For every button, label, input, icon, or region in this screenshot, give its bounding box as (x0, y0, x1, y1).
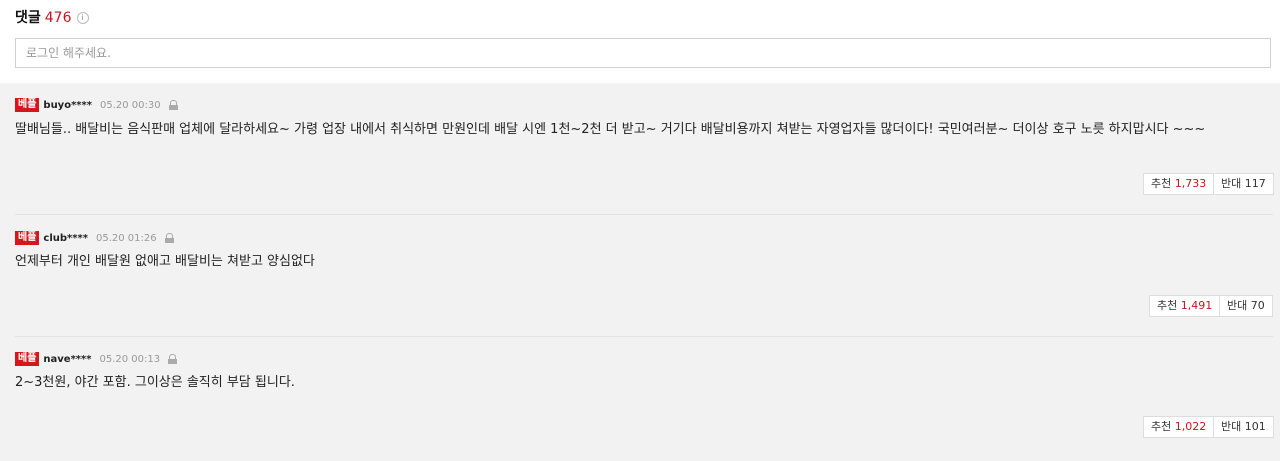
comments-header: 댓글 476 i (0, 0, 1280, 38)
downvote-count: 101 (1244, 420, 1266, 433)
divider (15, 214, 1273, 215)
lock-icon[interactable] (168, 354, 178, 364)
comment-username[interactable]: nave**** (43, 354, 91, 365)
comments-title: 댓글 476 i (15, 7, 89, 27)
upvote-label: 추천 (1157, 299, 1178, 312)
comment-meta: 베플 buyo**** 05.20 00:30 (15, 98, 178, 112)
downvote-label: 반대 (1221, 420, 1242, 433)
downvote-button[interactable]: 반대 101 (1213, 416, 1274, 438)
comment-meta: 베플 club**** 05.20 01:26 (15, 231, 174, 245)
comments-title-label: 댓글 (15, 10, 41, 26)
info-icon[interactable]: i (76, 12, 89, 24)
downvote-label: 반대 (1221, 177, 1242, 190)
comment-timestamp: 05.20 01:26 (95, 232, 157, 244)
upvote-button[interactable]: 추천 1,022 (1143, 416, 1215, 438)
downvote-label: 반대 (1227, 299, 1248, 312)
upvote-button[interactable]: 추천 1,491 (1149, 295, 1221, 317)
downvote-button[interactable]: 반대 117 (1213, 173, 1274, 195)
upvote-label: 추천 (1151, 420, 1172, 433)
comment-input[interactable]: 로그인 해주세요. (15, 38, 1271, 68)
comment-count: 476 (44, 10, 72, 26)
best-comments-list: 베플 buyo**** 05.20 00:30 딸배님들.. 배달비는 음식판매… (0, 83, 1280, 461)
downvote-button[interactable]: 반대 70 (1219, 295, 1273, 317)
upvote-label: 추천 (1151, 177, 1172, 190)
upvote-button[interactable]: 추천 1,733 (1143, 173, 1215, 195)
comment-text: 언제부터 개인 배달원 없애고 배달비는 쳐받고 양심없다 (15, 254, 315, 269)
comment-text: 2~3천원, 야간 포함. 그이상은 솔직히 부담 됩니다. (15, 375, 295, 390)
lock-icon[interactable] (168, 100, 178, 110)
upvote-count: 1,491 (1180, 299, 1213, 312)
comment-username[interactable]: club**** (43, 233, 88, 244)
downvote-count: 70 (1250, 299, 1265, 312)
best-badge: 베플 (15, 231, 40, 245)
lock-icon[interactable] (164, 233, 174, 243)
upvote-count: 1,733 (1174, 177, 1207, 190)
comment-timestamp: 05.20 00:13 (99, 353, 161, 365)
best-badge: 베플 (15, 352, 40, 366)
downvote-count: 117 (1244, 177, 1266, 190)
comment-meta: 베플 nave**** 05.20 00:13 (15, 352, 178, 366)
divider (15, 336, 1273, 337)
comment-username[interactable]: buyo**** (43, 100, 92, 111)
best-badge: 베플 (15, 98, 40, 112)
comment-text: 딸배님들.. 배달비는 음식판매 업체에 달라하세요~ 가령 업장 내에서 취식… (15, 122, 1206, 137)
upvote-count: 1,022 (1174, 420, 1207, 433)
comment-timestamp: 05.20 00:30 (100, 99, 161, 111)
